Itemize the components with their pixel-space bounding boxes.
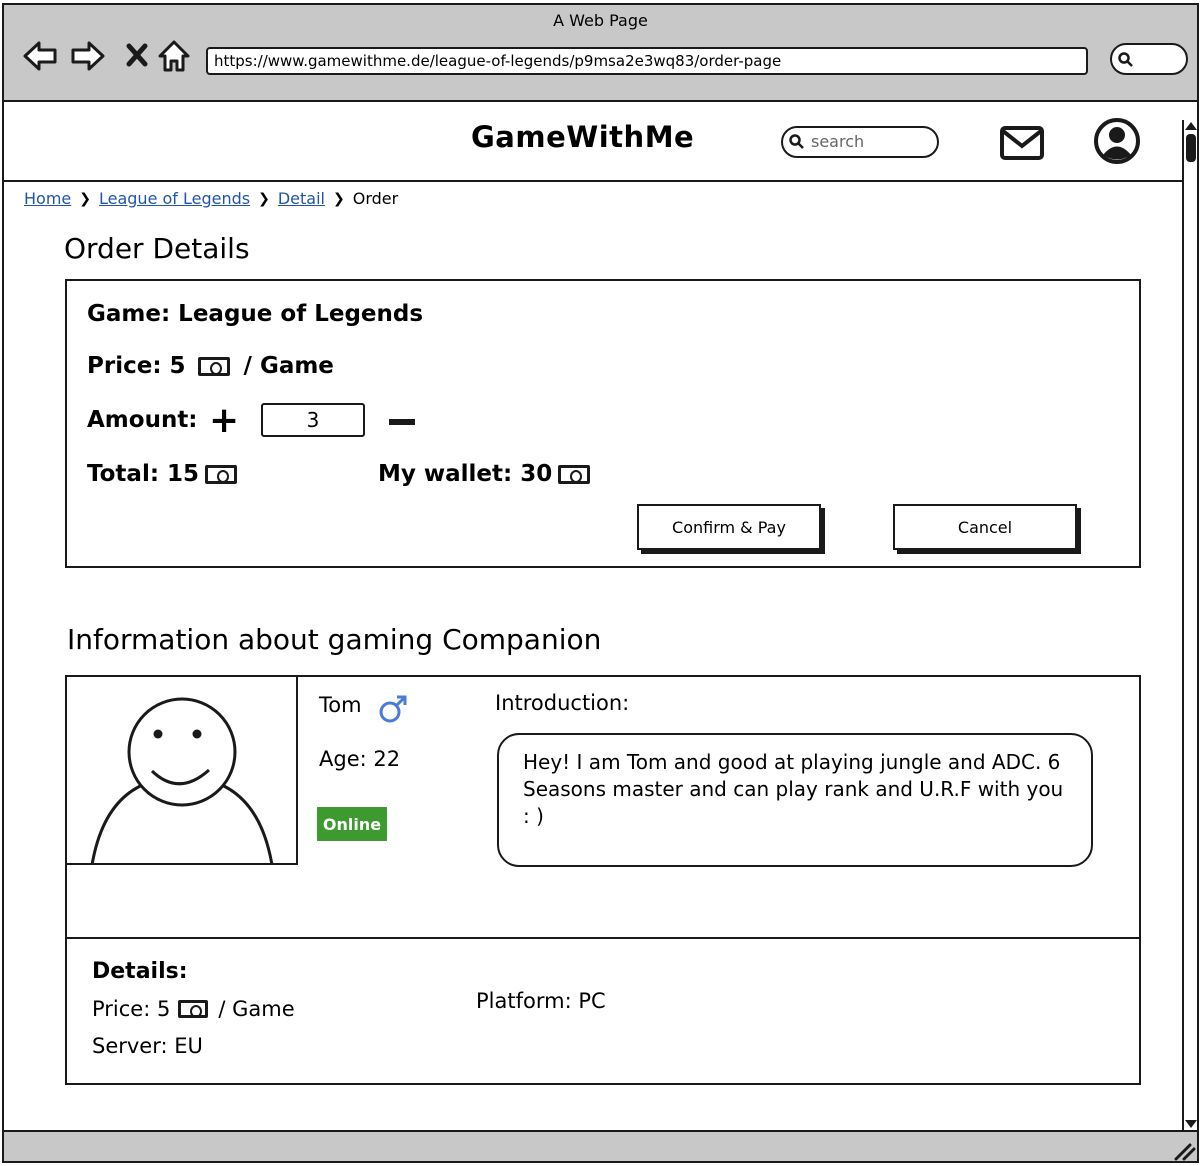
- search-icon: [789, 134, 804, 149]
- search-placeholder: search: [811, 132, 865, 151]
- breadcrumb-current: Order: [352, 189, 399, 208]
- money-icon: [205, 464, 238, 484]
- introduction-text: Hey! I am Tom and good at playing jungle…: [497, 733, 1093, 867]
- wallet-row: My wallet: 30: [378, 461, 596, 487]
- close-icon[interactable]: [120, 39, 156, 73]
- avatar: [67, 677, 298, 865]
- status-badge: Online: [317, 807, 387, 841]
- user-icon[interactable]: [1092, 116, 1142, 166]
- money-icon: [558, 464, 591, 484]
- site-header: GameWithMe search: [4, 102, 1182, 182]
- breadcrumb: Home ❯ League of Legends ❯ Detail ❯ Orde…: [24, 189, 398, 208]
- browser-search-field[interactable]: [1110, 43, 1188, 75]
- money-icon: [178, 1000, 209, 1018]
- companion-profile-panel: Tom Age: 22 Online Introduction: Hey! I …: [65, 675, 1141, 939]
- introduction-label: Introduction:: [495, 691, 630, 715]
- order-details-panel: Game: League of Legends Price: 5 / Game …: [65, 279, 1141, 568]
- site-logo[interactable]: GameWithMe: [471, 120, 694, 154]
- window-title: A Web Page: [553, 11, 648, 30]
- price-row: Price: 5 / Game: [87, 353, 334, 379]
- plus-icon[interactable]: +: [209, 403, 239, 439]
- companion-age: Age: 22: [319, 747, 401, 771]
- forward-icon[interactable]: [70, 39, 106, 73]
- resize-grip-icon[interactable]: [1172, 1141, 1196, 1161]
- price-unit: / Game: [243, 353, 334, 379]
- companion-name: Tom: [319, 693, 362, 717]
- chevron-right-icon: ❯: [79, 190, 91, 207]
- scroll-down-arrow[interactable]: [1185, 1120, 1197, 1128]
- order-details-title: Order Details: [64, 232, 250, 265]
- scroll-up-arrow[interactable]: [1185, 122, 1197, 130]
- wallet-label: My wallet: 30: [378, 461, 553, 487]
- companion-details-panel: Details: Price: 5 / Game Server: EU Plat…: [65, 937, 1141, 1085]
- home-icon[interactable]: [156, 39, 192, 73]
- male-icon: [379, 695, 407, 723]
- search-icon: [1118, 52, 1133, 67]
- total-label: Total: 15: [87, 461, 200, 487]
- companion-info-title: Information about gaming Companion: [67, 623, 602, 656]
- chevron-right-icon: ❯: [258, 190, 270, 207]
- breadcrumb-detail[interactable]: Detail: [278, 189, 325, 208]
- page-scrollbar[interactable]: [1182, 120, 1197, 1130]
- amount-label: Amount:: [87, 407, 198, 433]
- mail-icon[interactable]: [999, 122, 1045, 162]
- details-price-label: Price: 5: [92, 997, 171, 1021]
- game-label: Game: League of Legends: [87, 301, 424, 327]
- total-row: Total: 15: [87, 461, 243, 487]
- chevron-right-icon: ❯: [332, 190, 345, 207]
- url-bar[interactable]: https://www.gamewithme.de/league-of-lege…: [206, 47, 1088, 75]
- browser-window: A Web Page https://www.gamewithme.de/lea…: [2, 3, 1199, 1163]
- details-price-row: Price: 5 / Game: [92, 997, 295, 1021]
- amount-input[interactable]: 3: [261, 403, 365, 437]
- money-icon: [197, 356, 230, 376]
- details-heading: Details:: [92, 959, 188, 984]
- breadcrumb-league-of-legends[interactable]: League of Legends: [99, 189, 250, 208]
- back-icon[interactable]: [22, 39, 58, 73]
- details-platform: Platform: PC: [476, 989, 606, 1013]
- cancel-button[interactable]: Cancel: [893, 504, 1077, 550]
- scroll-thumb[interactable]: [1186, 134, 1196, 162]
- page-viewport: GameWithMe search Home ❯ League of Legen…: [4, 100, 1197, 1132]
- price-label: Price: 5: [87, 353, 186, 379]
- avatar-icon: [90, 697, 274, 863]
- details-server: Server: EU: [92, 1034, 203, 1058]
- confirm-pay-button[interactable]: Confirm & Pay: [637, 504, 821, 550]
- minus-icon[interactable]: [389, 419, 415, 425]
- breadcrumb-home[interactable]: Home: [24, 189, 71, 208]
- site-search-input[interactable]: search: [781, 126, 939, 158]
- details-price-unit: / Game: [218, 997, 295, 1021]
